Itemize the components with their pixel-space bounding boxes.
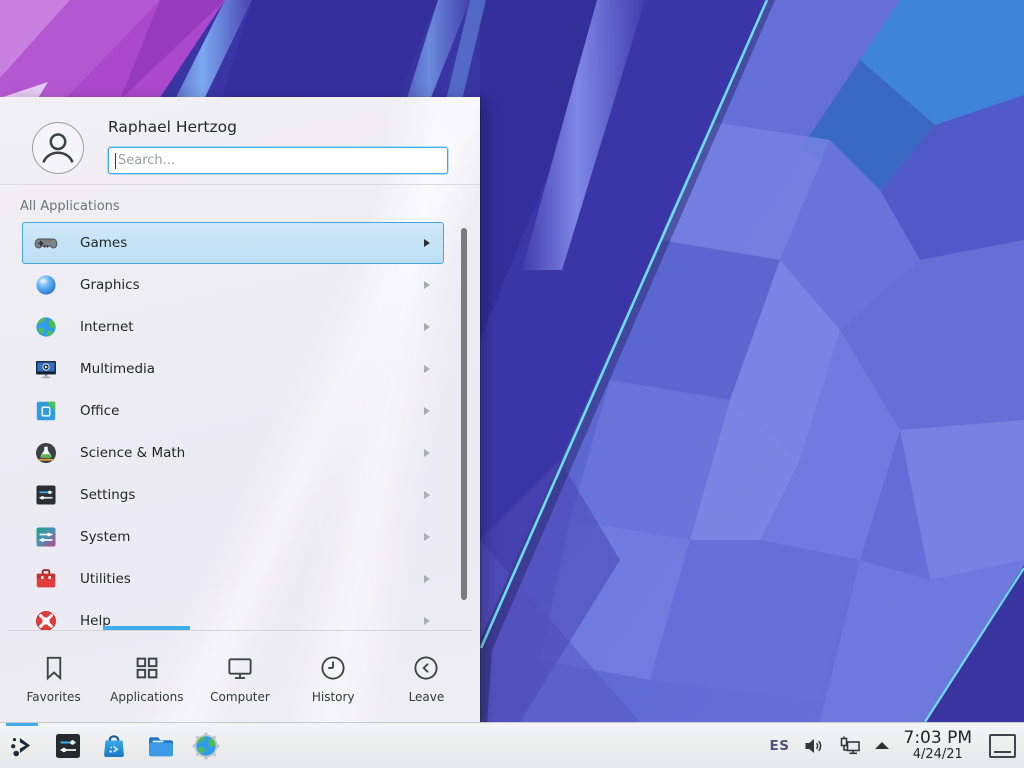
chevron-right-icon: [424, 281, 430, 289]
sliders-icon: [34, 483, 58, 507]
folder-icon: [145, 731, 175, 761]
globe-icon: [34, 315, 58, 339]
launcher-header: Raphael Hertzog: [0, 97, 480, 185]
show-desktop-icon[interactable]: [989, 734, 1016, 758]
menu-item-label: Games: [80, 235, 424, 251]
chevron-right-icon: [424, 323, 430, 331]
chevron-right-icon: [424, 617, 430, 625]
menu-item-label: Settings: [80, 487, 424, 503]
lifebuoy-icon: [34, 609, 58, 630]
tab-computer[interactable]: Computer: [193, 631, 286, 721]
section-label: All Applications: [20, 199, 120, 214]
digital-clock[interactable]: 7:03 PM 4/24/21: [902, 730, 975, 761]
user-avatar-icon: [44, 135, 73, 163]
text-caret: [115, 153, 116, 169]
system-settings-launcher[interactable]: [52, 723, 84, 768]
discover-launcher[interactable]: [98, 723, 130, 768]
keyboard-layout-indicator[interactable]: ES: [770, 738, 790, 754]
application-category-list: Games Graphics: [0, 222, 480, 630]
application-launcher-button[interactable]: [6, 723, 38, 768]
chevron-right-icon: [424, 533, 430, 541]
search-input[interactable]: [109, 148, 447, 173]
expand-tray-caret-icon[interactable]: [875, 742, 889, 749]
leave-circle-icon: [411, 653, 441, 683]
monitor-icon: [225, 653, 255, 683]
tab-history[interactable]: History: [287, 631, 380, 721]
launcher-active-indicator: [6, 723, 38, 726]
chevron-right-icon: [424, 575, 430, 583]
globe-gear-icon: [191, 731, 221, 761]
menu-item-science-math[interactable]: Science & Math: [22, 432, 444, 474]
menu-item-system[interactable]: System: [22, 516, 444, 558]
menu-item-label: Office: [80, 403, 424, 419]
volume-icon[interactable]: [803, 735, 825, 757]
tab-label: Computer: [210, 690, 270, 704]
flask-icon: [34, 441, 58, 465]
tab-favorites[interactable]: Favorites: [7, 631, 100, 721]
menu-item-settings[interactable]: Settings: [22, 474, 444, 516]
menu-item-label: Science & Math: [80, 445, 424, 461]
document-icon: [34, 399, 58, 423]
bookmark-icon: [39, 653, 69, 683]
menu-item-help[interactable]: Help: [22, 600, 444, 630]
user-avatar[interactable]: [32, 122, 84, 174]
chevron-right-icon: [424, 407, 430, 415]
web-browser-launcher[interactable]: [190, 723, 222, 768]
search-box: [108, 147, 448, 174]
chevron-right-icon: [424, 239, 430, 247]
menu-item-multimedia[interactable]: Multimedia: [22, 348, 444, 390]
tab-label: History: [312, 690, 355, 704]
network-icon[interactable]: [838, 734, 862, 758]
clock-date: 4/24/21: [904, 748, 973, 762]
tab-label: Leave: [409, 690, 445, 704]
user-name: Raphael Hertzog: [108, 118, 237, 136]
grid-icon: [132, 653, 162, 683]
menu-item-label: System: [80, 529, 424, 545]
menu-item-internet[interactable]: Internet: [22, 306, 444, 348]
menu-item-office[interactable]: Office: [22, 390, 444, 432]
application-launcher-popup: Raphael Hertzog All Applications: [0, 97, 480, 722]
chevron-right-icon: [424, 365, 430, 373]
system-settings-icon: [53, 731, 83, 761]
list-scrollbar[interactable]: [461, 228, 467, 600]
file-manager-launcher[interactable]: [144, 723, 176, 768]
menu-item-label: Utilities: [80, 571, 424, 587]
tab-applications[interactable]: Applications: [100, 631, 193, 721]
launcher-tab-bar: Favorites Applications Computer: [7, 631, 473, 721]
tab-label: Applications: [110, 690, 183, 704]
menu-item-label: Internet: [80, 319, 424, 335]
menu-item-games[interactable]: Games: [22, 222, 444, 264]
gamepad-icon: [34, 231, 58, 255]
menu-item-label: Graphics: [80, 277, 424, 293]
clock-time: 7:03 PM: [904, 730, 973, 748]
taskbar-launchers: [6, 723, 222, 768]
discover-bag-icon: [99, 731, 129, 761]
system-tray: ES: [770, 723, 1016, 768]
chevron-right-icon: [424, 449, 430, 457]
menu-item-utilities[interactable]: Utilities: [22, 558, 444, 600]
tab-leave[interactable]: Leave: [380, 631, 473, 721]
menu-item-graphics[interactable]: Graphics: [22, 264, 444, 306]
chevron-right-icon: [424, 491, 430, 499]
monitor-play-icon: [34, 357, 58, 381]
toolbox-icon: [34, 567, 58, 591]
sphere-icon: [34, 273, 58, 297]
tab-label: Favorites: [26, 690, 80, 704]
taskbar-panel: ES: [0, 722, 1024, 768]
clock-icon: [318, 653, 348, 683]
system-sliders-icon: [34, 525, 58, 549]
desktop: Raphael Hertzog All Applications: [0, 0, 1024, 768]
kde-launcher-icon: [7, 731, 37, 761]
menu-item-label: Multimedia: [80, 361, 424, 377]
